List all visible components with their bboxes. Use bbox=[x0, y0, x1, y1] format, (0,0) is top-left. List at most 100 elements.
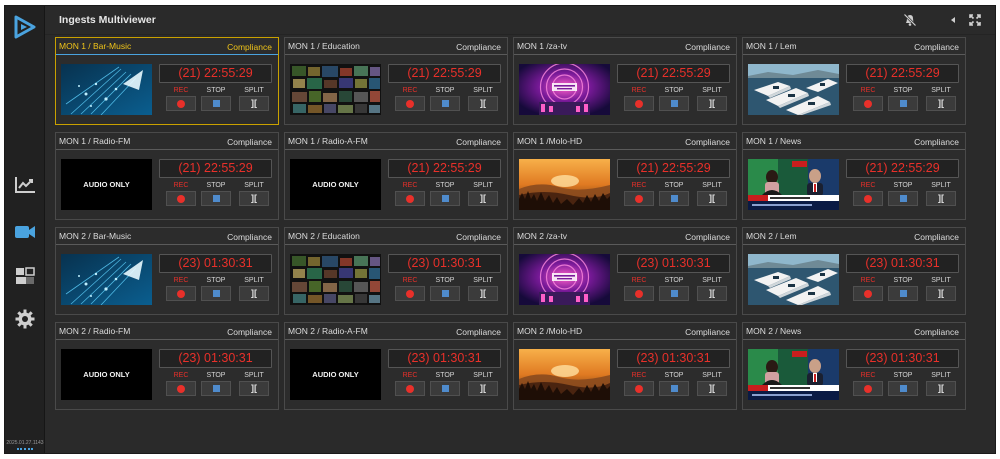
video-preview[interactable] bbox=[519, 349, 610, 400]
sidebar-item-ingest[interactable] bbox=[12, 221, 38, 243]
audio-only-preview[interactable]: AUDIO ONLY bbox=[290, 349, 381, 400]
compliance-link[interactable]: Compliance bbox=[456, 327, 501, 337]
video-preview[interactable] bbox=[748, 159, 839, 210]
sidebar-item-multiviewer[interactable] bbox=[12, 265, 38, 287]
stop-button[interactable] bbox=[888, 96, 918, 111]
stop-button[interactable] bbox=[430, 96, 460, 111]
compliance-link[interactable]: Compliance bbox=[685, 42, 730, 52]
split-button[interactable]: ][ bbox=[926, 191, 956, 206]
compliance-link[interactable]: Compliance bbox=[914, 327, 959, 337]
rec-button[interactable] bbox=[624, 191, 654, 206]
video-preview[interactable] bbox=[519, 64, 610, 115]
split-button[interactable]: ][ bbox=[239, 286, 269, 301]
channel-cell[interactable]: MON 2 / Education Compliance (23) 01:30:31… bbox=[284, 227, 508, 315]
audio-only-preview[interactable]: AUDIO ONLY bbox=[61, 349, 152, 400]
split-button[interactable]: ][ bbox=[697, 286, 727, 301]
channel-cell[interactable]: MON 1 / Lem Compliance (21) 22:55:29 REC STO… bbox=[742, 37, 966, 125]
rec-button[interactable] bbox=[166, 286, 196, 301]
collapse-panel-button[interactable] bbox=[946, 13, 960, 27]
stop-button[interactable] bbox=[888, 191, 918, 206]
stop-button[interactable] bbox=[430, 381, 460, 396]
stop-button[interactable] bbox=[430, 286, 460, 301]
compliance-link[interactable]: Compliance bbox=[685, 137, 730, 147]
stop-button[interactable] bbox=[888, 381, 918, 396]
stop-button[interactable] bbox=[201, 191, 231, 206]
rec-button[interactable] bbox=[395, 191, 425, 206]
stop-button[interactable] bbox=[659, 191, 689, 206]
rec-button[interactable] bbox=[395, 96, 425, 111]
video-preview[interactable] bbox=[519, 159, 610, 210]
split-button[interactable]: ][ bbox=[697, 381, 727, 396]
rec-button[interactable] bbox=[853, 286, 883, 301]
rec-button[interactable] bbox=[853, 381, 883, 396]
video-preview[interactable] bbox=[61, 64, 152, 115]
rec-button[interactable] bbox=[624, 96, 654, 111]
compliance-link[interactable]: Compliance bbox=[685, 232, 730, 242]
split-button[interactable]: ][ bbox=[926, 286, 956, 301]
channel-cell[interactable]: MON 2 / Bar-Music Compliance (23) 01:30:31… bbox=[55, 227, 279, 315]
split-button[interactable]: ][ bbox=[468, 191, 498, 206]
compliance-link[interactable]: Compliance bbox=[456, 137, 501, 147]
stop-button[interactable] bbox=[659, 381, 689, 396]
split-button[interactable]: ][ bbox=[239, 96, 269, 111]
video-preview[interactable] bbox=[61, 254, 152, 305]
stop-button[interactable] bbox=[659, 286, 689, 301]
compliance-link[interactable]: Compliance bbox=[227, 232, 272, 242]
channel-cell[interactable]: MON 2 /za-tv Compliance (23) 01:30:31 REC ST… bbox=[513, 227, 737, 315]
stop-button[interactable] bbox=[201, 286, 231, 301]
channel-cell[interactable]: MON 1 / Radio-A-FM Compliance AUDIO ONLY (2… bbox=[284, 132, 508, 220]
split-button[interactable]: ][ bbox=[468, 381, 498, 396]
channel-cell[interactable]: MON 1 / Radio-FM Compliance AUDIO ONLY (21)… bbox=[55, 132, 279, 220]
rec-button[interactable] bbox=[395, 286, 425, 301]
split-button[interactable]: ][ bbox=[468, 286, 498, 301]
sidebar-item-settings[interactable] bbox=[12, 308, 38, 330]
audio-only-preview[interactable]: AUDIO ONLY bbox=[61, 159, 152, 210]
split-button[interactable]: ][ bbox=[697, 191, 727, 206]
stop-button[interactable] bbox=[201, 381, 231, 396]
split-button[interactable]: ][ bbox=[239, 381, 269, 396]
channel-cell[interactable]: MON 2 / Radio-A-FM Compliance AUDIO ONLY (2… bbox=[284, 322, 508, 410]
stop-button[interactable] bbox=[888, 286, 918, 301]
channel-cell[interactable]: MON 2 / Lem Compliance (23) 01:30:31 REC STO… bbox=[742, 227, 966, 315]
video-preview[interactable] bbox=[748, 349, 839, 400]
split-button[interactable]: ][ bbox=[926, 96, 956, 111]
video-preview[interactable] bbox=[290, 64, 381, 115]
split-button[interactable]: ][ bbox=[926, 381, 956, 396]
channel-cell[interactable]: MON 1 / Education Compliance (21) 22:55:29… bbox=[284, 37, 508, 125]
rec-button[interactable] bbox=[624, 381, 654, 396]
sidebar-item-statistics[interactable] bbox=[12, 174, 38, 196]
video-preview[interactable] bbox=[748, 64, 839, 115]
stop-button[interactable] bbox=[201, 96, 231, 111]
compliance-link[interactable]: Compliance bbox=[914, 137, 959, 147]
fullscreen-button[interactable] bbox=[968, 13, 982, 27]
split-button[interactable]: ][ bbox=[697, 96, 727, 111]
video-preview[interactable] bbox=[290, 254, 381, 305]
channel-cell[interactable]: MON 1 / Bar-Music Compliance (21) 22:55:29… bbox=[55, 37, 279, 125]
mute-notifications-button[interactable] bbox=[903, 13, 917, 27]
compliance-link[interactable]: Compliance bbox=[914, 42, 959, 52]
stop-button[interactable] bbox=[659, 96, 689, 111]
compliance-link[interactable]: Compliance bbox=[227, 42, 272, 52]
rec-button[interactable] bbox=[166, 96, 196, 111]
channel-cell[interactable]: MON 2 /Molo-HD Compliance (23) 01:30:31 REC… bbox=[513, 322, 737, 410]
video-preview[interactable] bbox=[519, 254, 610, 305]
rec-button[interactable] bbox=[395, 381, 425, 396]
stop-button[interactable] bbox=[430, 191, 460, 206]
rec-button[interactable] bbox=[853, 191, 883, 206]
video-preview[interactable] bbox=[748, 254, 839, 305]
rec-button[interactable] bbox=[624, 286, 654, 301]
channel-cell[interactable]: MON 1 /Molo-HD Compliance (21) 22:55:29 REC… bbox=[513, 132, 737, 220]
compliance-link[interactable]: Compliance bbox=[456, 42, 501, 52]
compliance-link[interactable]: Compliance bbox=[914, 232, 959, 242]
compliance-link[interactable]: Compliance bbox=[685, 327, 730, 337]
rec-button[interactable] bbox=[853, 96, 883, 111]
compliance-link[interactable]: Compliance bbox=[227, 327, 272, 337]
channel-cell[interactable]: MON 1 / News Compliance (21) 22:55:29 REC ST… bbox=[742, 132, 966, 220]
channel-cell[interactable]: MON 2 / Radio-FM Compliance AUDIO ONLY (23)… bbox=[55, 322, 279, 410]
split-button[interactable]: ][ bbox=[468, 96, 498, 111]
audio-only-preview[interactable]: AUDIO ONLY bbox=[290, 159, 381, 210]
split-button[interactable]: ][ bbox=[239, 191, 269, 206]
rec-button[interactable] bbox=[166, 191, 196, 206]
compliance-link[interactable]: Compliance bbox=[227, 137, 272, 147]
rec-button[interactable] bbox=[166, 381, 196, 396]
